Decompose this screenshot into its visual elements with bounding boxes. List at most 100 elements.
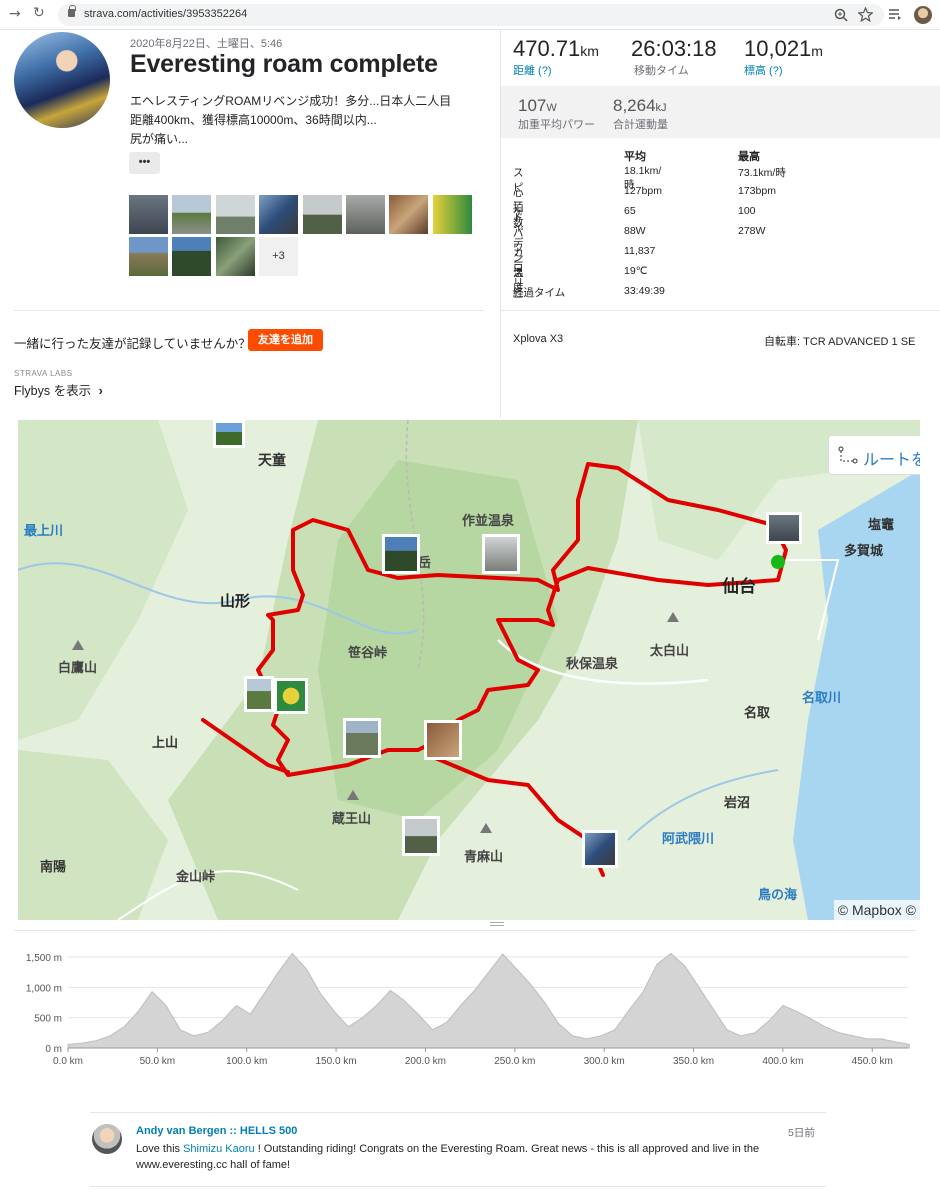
- map-photo-marker[interactable]: [482, 534, 520, 574]
- map-photo-marker[interactable]: [766, 512, 802, 544]
- stat-label[interactable]: 標高 (?): [744, 62, 823, 78]
- flybys-link[interactable]: Flybys を表示 ›: [14, 380, 103, 399]
- photo-thumbnail[interactable]: [172, 237, 211, 276]
- stat-label[interactable]: 距離 (?): [513, 62, 599, 78]
- zoom-icon[interactable]: [834, 8, 848, 22]
- photo-thumbnail[interactable]: [433, 195, 472, 234]
- photo-thumbnail[interactable]: [129, 237, 168, 276]
- device-name: Xplova X3: [513, 333, 564, 345]
- elevation-x-tick: 150.0 km: [316, 1056, 357, 1067]
- commenter-name[interactable]: Andy van Bergen :: HELLS 500: [136, 1125, 297, 1137]
- browser-profile-avatar[interactable]: [914, 6, 932, 24]
- stat-unit: km: [580, 43, 599, 59]
- bookmark-star-icon[interactable]: [858, 7, 873, 22]
- map-place-label: 最上川: [24, 524, 64, 539]
- route-icon: [838, 446, 858, 464]
- stat-label: 移動タイム: [634, 65, 689, 77]
- elevation-chart[interactable]: 1,500 m 1,000 m 500 m 0 m0.0 km 50.0 km 100.0…: [0, 945, 940, 1070]
- photo-thumbnail[interactable]: [303, 195, 342, 234]
- photo-thumbnail[interactable]: [216, 237, 255, 276]
- map-place-label: 名取: [744, 706, 771, 721]
- map-place-label: 仙台: [722, 577, 756, 597]
- divider: [14, 930, 916, 931]
- map-photo-marker[interactable]: [213, 420, 245, 448]
- map-photo-marker[interactable]: [402, 816, 440, 856]
- row-avg: 11,837: [624, 245, 656, 257]
- stat-value: 470.71: [513, 36, 581, 61]
- row-avg: 88W: [624, 225, 646, 237]
- commenter-avatar[interactable]: [92, 1124, 122, 1154]
- stat-total-work: 8,264kJ 合計運動量: [613, 96, 668, 132]
- map-place-label: 天童: [258, 453, 286, 469]
- chevron-right-icon: ›: [98, 384, 103, 398]
- strava-labs-label: STRAVA LABS: [14, 369, 73, 378]
- description-line: 距離400km、獲得標高10000m、36時間以内...: [130, 113, 377, 127]
- map-place-label: 笹谷峠: [348, 646, 388, 661]
- table-header-max: 最高: [738, 151, 760, 163]
- elevation-x-tick: 450.0 km: [852, 1056, 893, 1067]
- map-place-label: 多賀城: [844, 544, 884, 559]
- map-photo-marker[interactable]: [244, 676, 274, 712]
- stat-value: 10,021: [744, 36, 812, 61]
- map-photo-marker[interactable]: [582, 830, 618, 868]
- map-place-label: 塩竈: [868, 518, 895, 533]
- athlete-avatar[interactable]: [14, 32, 110, 128]
- row-max: 173bpm: [738, 185, 776, 197]
- elevation-x-tick: 50.0 km: [140, 1056, 176, 1067]
- row-label: 経過タイム: [513, 287, 566, 299]
- friends-prompt: 一緒に行った友達が記録していませんか？: [14, 337, 251, 351]
- reading-list-icon[interactable]: [888, 8, 902, 21]
- add-friends-button[interactable]: 友達を追加: [248, 329, 323, 351]
- photo-thumbnail[interactable]: [172, 195, 211, 234]
- address-bar[interactable]: strava.com/activities/3953352264: [58, 4, 884, 26]
- map-resize-handle[interactable]: [490, 922, 504, 926]
- stat-elevation: 10,021m 標高 (?): [744, 36, 823, 78]
- back-icon[interactable]: →: [9, 6, 21, 22]
- map-place-label: 名取川: [802, 691, 842, 706]
- row-avg: 19℃: [624, 265, 648, 277]
- map-place-label: 阿武隈川: [662, 832, 715, 847]
- photo-thumbnail[interactable]: [259, 195, 298, 234]
- photo-thumbnail[interactable]: [346, 195, 385, 234]
- description-line: エヘレスティングROAMリベンジ成功！多分...日本人二人目: [130, 94, 452, 108]
- more-options-button[interactable]: •••: [129, 152, 160, 174]
- lock-icon: [68, 5, 76, 17]
- map-place-label: 太白山: [650, 644, 690, 659]
- photo-thumbnail[interactable]: [389, 195, 428, 234]
- map-photo-marker[interactable]: [274, 678, 308, 714]
- stat-value: 8,264: [613, 96, 656, 115]
- stat-moving-time: 26:03:18 移動タイム: [631, 36, 717, 78]
- photo-thumbnail[interactable]: [216, 195, 255, 234]
- map-canvas: [18, 420, 920, 920]
- map-place-label: 上山: [152, 736, 179, 751]
- table-header-avg: 平均: [624, 151, 646, 163]
- stat-unit: kJ: [655, 102, 667, 114]
- stat-label: 加重平均パワー: [518, 119, 595, 131]
- elevation-y-tick: 1,000 m: [26, 983, 62, 994]
- more-photos-button[interactable]: +3: [259, 237, 298, 276]
- elevation-x-tick: 200.0 km: [405, 1056, 446, 1067]
- map-photo-marker[interactable]: [382, 534, 420, 574]
- map-place-label: 金山峠: [176, 870, 216, 885]
- elevation-x-tick: 350.0 km: [673, 1056, 714, 1067]
- stat-unit: m: [811, 43, 823, 59]
- map-place-label: 南陽: [40, 860, 67, 875]
- map-place-label: 作並温泉: [462, 514, 515, 529]
- map-place-label: 蔵王山: [332, 812, 372, 827]
- reload-icon[interactable]: ↻: [33, 5, 45, 21]
- stat-weighted-power: 107W 加重平均パワー: [518, 96, 595, 132]
- flybys-label: Flybys を表示: [14, 384, 92, 398]
- route-map[interactable]: 天童 最上川 作並温泉 塩竈 多賀城 仙台 山形 岳 笹谷峠 秋保温泉 太白山 …: [18, 420, 920, 920]
- photo-thumbnail[interactable]: [129, 195, 168, 234]
- stat-distance: 470.71km 距離 (?): [513, 36, 599, 78]
- map-photo-marker[interactable]: [424, 720, 462, 760]
- map-attribution[interactable]: © Mapbox ©: [833, 900, 920, 920]
- row-avg: 127bpm: [624, 185, 662, 197]
- description-line: 尻が痛い...: [130, 132, 189, 146]
- row-max: 73.1km/時: [738, 167, 786, 179]
- divider: [90, 1186, 826, 1187]
- divider: [501, 310, 940, 311]
- row-avg: 33:49:39: [624, 285, 665, 297]
- mention-link[interactable]: Shimizu Kaoru: [183, 1143, 255, 1155]
- map-photo-marker[interactable]: [343, 718, 381, 758]
